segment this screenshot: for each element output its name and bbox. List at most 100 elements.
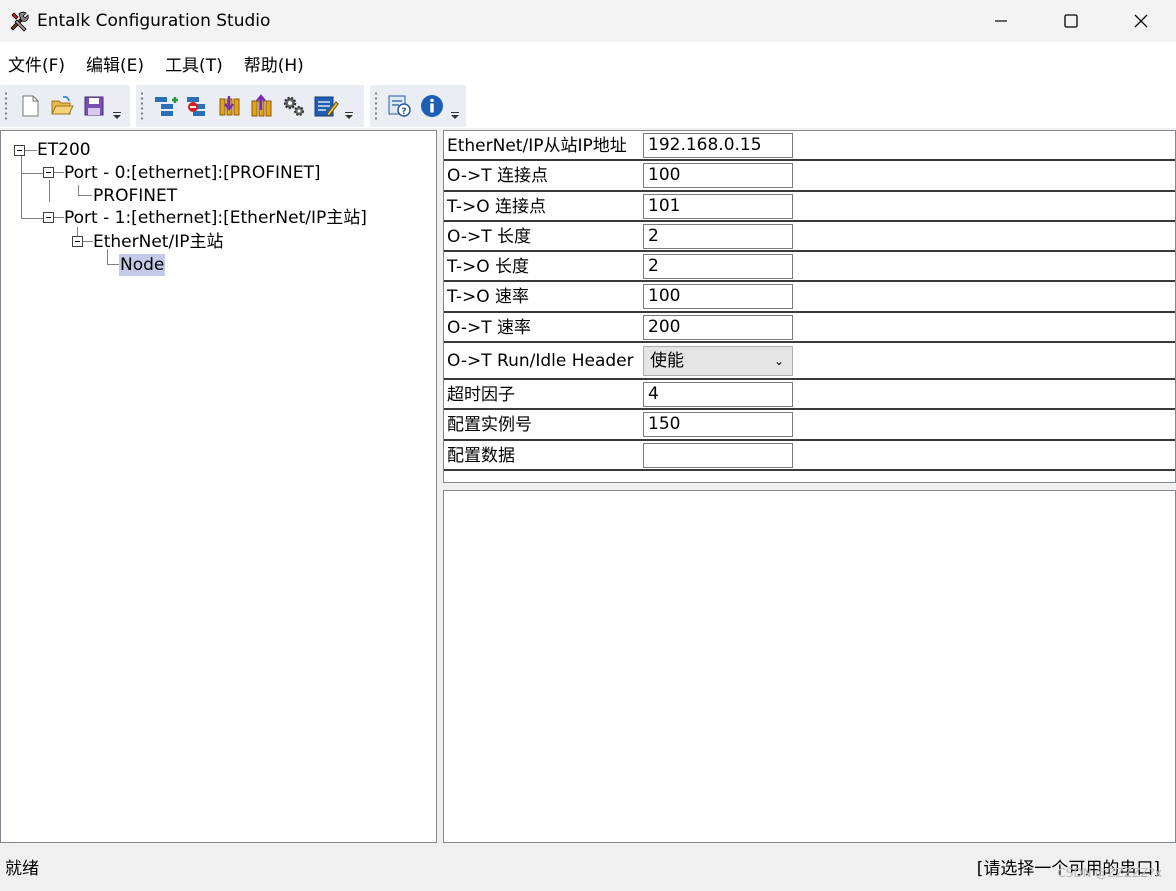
- to-rate-input[interactable]: 100: [643, 284, 793, 310]
- new-file-icon: [22, 95, 39, 117]
- tree-expander-ethernetip-master[interactable]: [72, 236, 83, 247]
- minimize-button[interactable]: [966, 0, 1036, 42]
- window-controls: [966, 0, 1176, 42]
- property-label: T->O 连接点: [447, 196, 546, 217]
- tree-node-et200[interactable]: ET200: [37, 139, 91, 161]
- config-data-input[interactable]: [643, 442, 793, 468]
- property-row: T->O 速率 100: [444, 282, 1175, 313]
- property-row: O->T 连接点 100: [444, 161, 1175, 192]
- download-icon: [219, 96, 240, 116]
- upload-button[interactable]: [247, 91, 277, 121]
- config-instance-input[interactable]: 150: [643, 412, 793, 438]
- add-node-icon: [155, 97, 178, 116]
- run-idle-header-select[interactable]: 使能 ⌄: [643, 346, 793, 377]
- download-button[interactable]: [215, 91, 245, 121]
- info-button[interactable]: [417, 91, 447, 121]
- property-row: O->T 长度 2: [444, 222, 1175, 253]
- ot-rate-input[interactable]: 200: [643, 314, 793, 340]
- save-button[interactable]: [79, 91, 109, 121]
- help-button[interactable]: ?: [385, 91, 415, 121]
- edit-notes-button[interactable]: [311, 91, 341, 121]
- property-row: O->T Run/Idle Header 使能 ⌄: [444, 343, 1175, 381]
- property-label: 超时因子: [447, 385, 515, 406]
- new-file-button[interactable]: [15, 91, 45, 121]
- minimize-icon: [995, 20, 1007, 22]
- watermark: CSDN @ZZZZZ?x: [1057, 866, 1162, 880]
- property-label: 配置数据: [447, 445, 515, 466]
- tree-node-profinet[interactable]: PROFINET: [93, 185, 177, 207]
- property-row: O->T 速率 200: [444, 313, 1175, 344]
- property-label: O->T 速率: [447, 317, 532, 338]
- property-row: EtherNet/IP从站IP地址 192.168.0.15: [444, 131, 1175, 162]
- menu-bar: 文件(F) 编辑(E) 工具(T) 帮助(H): [0, 42, 1176, 84]
- menu-tools[interactable]: 工具(T): [161, 51, 227, 76]
- property-row: 配置实例号 150: [444, 410, 1175, 441]
- property-grid: EtherNet/IP从站IP地址 192.168.0.15 O->T 连接点 …: [444, 131, 1175, 471]
- toolbar-overflow-button[interactable]: [110, 91, 124, 121]
- close-icon: [1134, 14, 1148, 28]
- maximize-button[interactable]: [1036, 0, 1106, 42]
- open-file-button[interactable]: [47, 91, 77, 121]
- property-label: O->T 长度: [447, 226, 532, 247]
- help-icon: ?: [388, 95, 411, 117]
- property-row: 配置数据: [444, 441, 1175, 471]
- title-bar: Entalk Configuration Studio: [0, 0, 1176, 42]
- settings-button[interactable]: [279, 91, 309, 121]
- toolbar-grip[interactable]: [140, 91, 144, 121]
- toolbar-group-nodes: [136, 85, 364, 127]
- tree-node-node[interactable]: Node: [119, 254, 166, 276]
- ot-length-input[interactable]: 2: [643, 223, 793, 249]
- toolbar-grip[interactable]: [4, 91, 8, 121]
- menu-help[interactable]: 帮助(H): [240, 51, 308, 76]
- property-label: T->O 速率: [447, 287, 529, 308]
- property-row: T->O 长度 2: [444, 252, 1175, 283]
- save-icon: [84, 96, 104, 116]
- output-pane[interactable]: [443, 490, 1176, 843]
- toolbar-group-file: [0, 85, 130, 127]
- toolbar-group-help: ?: [370, 85, 466, 127]
- tree-expander-et200[interactable]: [14, 145, 25, 156]
- device-tree[interactable]: ET200 Port - 0:[ethernet]:[PROFINET] PRO…: [0, 130, 437, 843]
- tools-app-icon: [10, 11, 29, 32]
- toolbar: ?: [0, 84, 1176, 128]
- to-connection-point-input[interactable]: 101: [643, 193, 793, 219]
- property-grid-pane: EtherNet/IP从站IP地址 192.168.0.15 O->T 连接点 …: [443, 130, 1176, 483]
- svg-text:?: ?: [401, 107, 406, 117]
- property-label: EtherNet/IP从站IP地址: [447, 136, 627, 156]
- settings-gears-icon: [283, 96, 304, 116]
- remove-node-icon: [187, 97, 205, 116]
- upload-icon: [251, 94, 272, 117]
- property-label: 配置实例号: [447, 415, 532, 436]
- status-bar: 就绪 [请选择一个可用的串口] CSDN @ZZZZZ?x: [0, 844, 1176, 891]
- tree-node-port1[interactable]: Port - 1:[ethernet]:[EtherNet/IP主站]: [64, 207, 367, 229]
- property-label: O->T Run/Idle Header: [447, 351, 634, 372]
- property-label: O->T 连接点: [447, 166, 549, 187]
- tree-node-port0[interactable]: Port - 0:[ethernet]:[PROFINET]: [64, 162, 320, 184]
- toolbar-overflow-button[interactable]: [342, 91, 356, 121]
- chevron-down-icon: ⌄: [773, 354, 784, 369]
- property-row: T->O 连接点 101: [444, 192, 1175, 222]
- slave-ip-address-input[interactable]: 192.168.0.15: [643, 133, 793, 158]
- window-title: Entalk Configuration Studio: [37, 11, 271, 31]
- to-length-input[interactable]: 2: [643, 254, 793, 280]
- menu-file[interactable]: 文件(F): [4, 51, 69, 76]
- edit-notes-icon: [314, 96, 339, 117]
- add-node-button[interactable]: [151, 91, 181, 121]
- close-button[interactable]: [1106, 0, 1176, 42]
- info-icon: [421, 95, 443, 117]
- tree-node-ethernetip-master[interactable]: EtherNet/IP主站: [93, 231, 223, 253]
- toolbar-overflow-button[interactable]: [448, 91, 462, 121]
- toolbar-grip[interactable]: [374, 91, 378, 121]
- maximize-icon: [1064, 14, 1078, 28]
- ot-connection-point-input[interactable]: 100: [643, 163, 793, 189]
- property-label: T->O 长度: [447, 257, 529, 278]
- property-row: 超时因子 4: [444, 380, 1175, 411]
- status-text: 就绪: [5, 859, 39, 879]
- timeout-factor-input[interactable]: 4: [643, 382, 793, 408]
- menu-edit[interactable]: 编辑(E): [82, 51, 148, 76]
- tree-expander-port1[interactable]: [43, 212, 54, 223]
- select-value: 使能: [650, 351, 684, 372]
- tree-expander-port0[interactable]: [43, 167, 54, 178]
- open-folder-icon: [51, 96, 74, 115]
- remove-node-button[interactable]: [183, 91, 213, 121]
